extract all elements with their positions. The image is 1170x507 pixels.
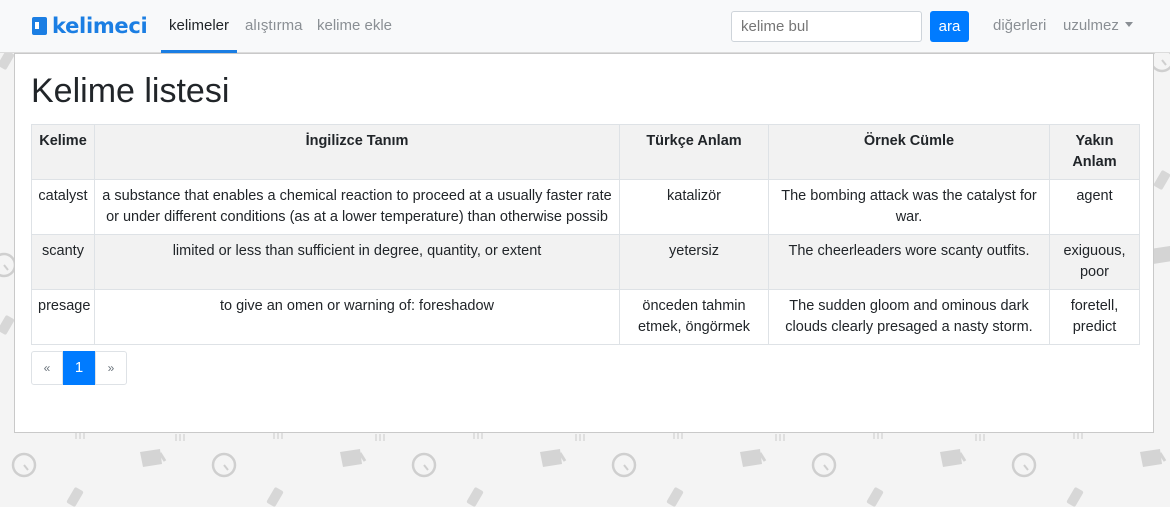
nav-link-kelime-ekle[interactable]: kelime ekle: [317, 17, 392, 34]
top-navbar: kelimeci kelimeler alıştırma kelime ekle…: [0, 0, 1170, 53]
brand-logo[interactable]: kelimeci: [32, 11, 148, 41]
column-header: İngilizce Tanım: [94, 124, 620, 180]
word-table: Kelime İngilizce Tanım Türkçe Anlam Örne…: [31, 124, 1140, 345]
word-cell: scanty: [31, 234, 95, 290]
nav-link-alistirma[interactable]: alıştırma: [245, 17, 303, 34]
example-cell: The bombing attack was the catalyst for …: [768, 179, 1050, 235]
user-name: uzulmez: [1063, 17, 1119, 34]
table-row[interactable]: catalyst a substance that enables a chem…: [31, 179, 1140, 235]
column-header: Yakın Anlam: [1049, 124, 1140, 180]
word-cell: catalyst: [31, 179, 95, 235]
table-row[interactable]: scanty limited or less than sufficient i…: [31, 234, 1140, 290]
meaning-cell: yetersiz: [619, 234, 769, 290]
example-cell: The sudden gloom and ominous dark clouds…: [768, 289, 1050, 345]
pagination: « 1 »: [31, 351, 127, 385]
pagination-prev[interactable]: «: [31, 351, 63, 385]
example-cell: The cheerleaders wore scanty outfits.: [768, 234, 1050, 290]
page-title: Kelime listesi: [31, 72, 230, 110]
active-nav-indicator: [161, 50, 237, 53]
column-header: Türkçe Anlam: [619, 124, 769, 180]
definition-cell: limited or less than sufficient in degre…: [94, 234, 620, 290]
synonym-cell: agent: [1049, 179, 1140, 235]
column-header: Kelime: [31, 124, 95, 180]
brand-bookmark-icon: [32, 17, 47, 35]
search-input[interactable]: [731, 11, 922, 42]
user-menu-dropdown[interactable]: uzulmez: [1063, 17, 1133, 34]
search-button[interactable]: ara: [930, 11, 969, 42]
pagination-next[interactable]: »: [95, 351, 127, 385]
table-row[interactable]: presage to give an omen or warning of: f…: [31, 289, 1140, 345]
nav-link-kelimeler[interactable]: kelimeler: [169, 17, 229, 34]
dropdown-caret-icon: [1124, 22, 1133, 27]
table-header-row: Kelime İngilizce Tanım Türkçe Anlam Örne…: [31, 124, 1140, 180]
brand-name: kelimeci: [52, 14, 148, 38]
synonym-cell: exiguous, poor: [1049, 234, 1140, 290]
pagination-page-1[interactable]: 1: [63, 351, 95, 385]
word-cell: presage: [31, 289, 95, 345]
meaning-cell: katalizör: [619, 179, 769, 235]
definition-cell: a substance that enables a chemical reac…: [94, 179, 620, 235]
word-list-card: Kelime listesi Kelime İngilizce Tanım Tü…: [14, 53, 1154, 433]
column-header: Örnek Cümle: [768, 124, 1050, 180]
nav-link-digerleri[interactable]: diğerleri: [993, 17, 1046, 34]
synonym-cell: foretell, predict: [1049, 289, 1140, 345]
meaning-cell: önceden tahmin etmek, öngörmek: [619, 289, 769, 345]
definition-cell: to give an omen or warning of: foreshado…: [94, 289, 620, 345]
